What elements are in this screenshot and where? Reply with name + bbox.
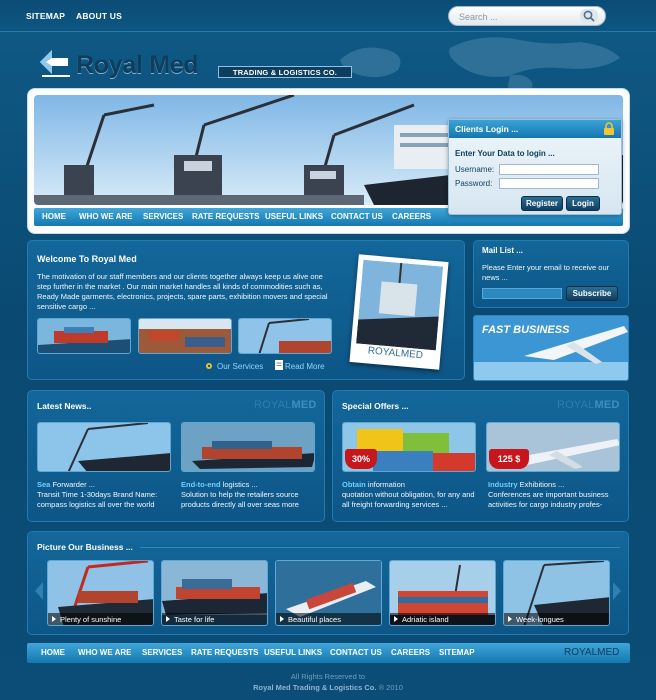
nav-careers[interactable]: CAREERS [392, 212, 431, 221]
gallery-divider [140, 547, 620, 548]
read-more-link[interactable]: Read More [285, 362, 325, 371]
offer-photo-airplane[interactable]: 125 $ [486, 422, 620, 472]
mail-list-text: Please Enter your email to receive our n… [482, 263, 610, 282]
footer-logo: ROYALMED [564, 647, 620, 658]
search-placeholder: Search ... [459, 12, 498, 22]
welcome-title: Welcome To Royal Med [37, 254, 137, 264]
latest-news-title: Latest News.. [37, 401, 92, 411]
news-item-1: Sea Forwarder ... Transit Time 1-30days … [37, 480, 171, 510]
offer-item-2-keyword: Industry [488, 480, 518, 489]
news-item-2: End-to-end logistics ... Solution to hel… [181, 480, 315, 510]
news-photo-sea-forwarder[interactable] [37, 422, 171, 472]
footer-nav-contact-us[interactable]: CONTACT US [330, 648, 382, 657]
thumb-containers[interactable] [138, 318, 232, 354]
news-photo-end-to-end[interactable] [181, 422, 315, 472]
footer-nav-sitemap[interactable]: SITEMAP [439, 648, 475, 657]
brand-tagline: TRADING & LOGISTICS CO. [218, 66, 352, 78]
footer-year: ® 2010 [376, 683, 403, 692]
footer-nav: HOME WHO WE ARE SERVICES RATE REQUESTS U… [27, 643, 630, 663]
brand-name: Royal Med [76, 51, 199, 79]
password-field[interactable] [499, 178, 599, 189]
gallery-item-2-caption: Taste for life [162, 613, 267, 625]
footer-nav-who-we-are[interactable]: WHO WE ARE [78, 648, 131, 657]
login-title: Clients Login ... [455, 124, 519, 134]
offer-item-1-keyword: Obtain [342, 480, 366, 489]
news-item-1-heading: Forwarder ... [50, 480, 95, 489]
polaroid-photo: ROYALMED [349, 254, 449, 370]
username-field[interactable] [499, 164, 599, 175]
offer-item-1-heading: information [365, 480, 405, 489]
footer-nav-careers[interactable]: CAREERS [391, 648, 430, 657]
footer-nav-home[interactable]: HOME [41, 648, 65, 657]
gallery-item-5-caption: Week-longues [504, 613, 609, 625]
offer-item-2: Industry Exhibitions ... Conferences are… [488, 480, 620, 510]
footer-company: Royal Med Trading & Logistics Co. [253, 683, 377, 692]
password-label: Password: [455, 179, 493, 188]
offer-photo-containers[interactable]: 30% [342, 422, 476, 472]
sitemap-link[interactable]: SITEMAP [26, 11, 65, 21]
search-icon[interactable] [580, 9, 598, 23]
gear-icon [206, 363, 212, 369]
gallery-item-3-caption: Beautiful places [276, 613, 381, 625]
gallery-title: Picture Our Business ... [37, 542, 133, 552]
login-header: Clients Login ... [449, 120, 621, 138]
news-item-2-heading: logistics ... [220, 480, 258, 489]
gallery-item-4-caption: Adriatic island [390, 613, 495, 625]
username-label: Username: [455, 165, 495, 174]
special-offers-watermark: ROYALMED [557, 399, 620, 411]
offer-item-1: Obtain information quotation without obl… [342, 480, 476, 510]
footer-nav-useful-links[interactable]: USEFUL LINKS [264, 648, 322, 657]
footer-rights: All Rights Reserved to [290, 672, 366, 681]
document-icon [275, 360, 283, 370]
fast-business-label: FAST BUSINESS [482, 324, 570, 336]
offer-item-2-heading: Exhibitions ... [517, 480, 565, 489]
nav-services[interactable]: SERVICES [143, 212, 183, 221]
news-item-1-body: Transit Time 1-30days Brand Name: compas… [37, 490, 158, 509]
news-item-2-keyword: End-to-end [181, 480, 221, 489]
gallery-next-arrow-icon[interactable] [613, 582, 621, 600]
offer-item-2-body: Conferences are important business activ… [488, 490, 609, 509]
thumb-containership[interactable] [37, 318, 131, 354]
footer-copyright: Royal Med Trading & Logistics Co. ® 2010 [0, 683, 656, 692]
logo-icon [40, 50, 70, 77]
search-input[interactable]: Search ... [448, 6, 606, 26]
nav-contact-us[interactable]: CONTACT US [331, 212, 383, 221]
nav-useful-links[interactable]: USEFUL LINKS [265, 212, 323, 221]
gallery-item-1[interactable]: Plenty of sunshine [47, 560, 154, 626]
welcome-text: The motivation of our staff members and … [37, 272, 328, 311]
offer-badge-30: 30% [345, 449, 377, 469]
nav-rate-requests[interactable]: RATE REQUESTS [192, 212, 259, 221]
gallery-item-2[interactable]: Taste for life [161, 560, 268, 626]
latest-news-watermark: ROYALMED [254, 399, 317, 411]
login-prompt: Enter Your Data to login ... [455, 149, 555, 158]
offer-badge-125: 125 $ [489, 449, 529, 469]
footer-nav-services[interactable]: SERVICES [142, 648, 182, 657]
gallery-item-4[interactable]: Adriatic island [389, 560, 496, 626]
gallery-item-3[interactable]: Beautiful places [275, 560, 382, 626]
login-button[interactable]: Login [566, 196, 600, 211]
news-item-2-body: Solution to help the retailers source pr… [181, 490, 299, 509]
nav-who-we-are[interactable]: WHO WE ARE [79, 212, 132, 221]
news-item-1-keyword: Sea [37, 480, 51, 489]
clients-login-box: Clients Login ... Enter Your Data to log… [448, 119, 622, 215]
gallery-item-5[interactable]: Week-longues [503, 560, 610, 626]
nav-home[interactable]: HOME [42, 212, 66, 221]
fast-business-banner[interactable]: FAST BUSINESS [473, 315, 629, 381]
offer-item-1-body: quotation without obligation, for any an… [342, 490, 475, 509]
thumb-port-cranes[interactable] [238, 318, 332, 354]
subscribe-button[interactable]: Subscribe [566, 286, 618, 301]
gallery-prev-arrow-icon[interactable] [35, 582, 43, 600]
lock-icon [604, 122, 614, 135]
footer-nav-rate-requests[interactable]: RATE REQUESTS [191, 648, 258, 657]
about-us-link[interactable]: ABOUT US [76, 11, 122, 21]
our-services-link[interactable]: Our Services [217, 362, 263, 371]
gallery-item-1-caption: Plenty of sunshine [48, 613, 153, 625]
special-offers-title: Special Offers ... [342, 401, 409, 411]
mail-list-title: Mail List ... [482, 246, 523, 255]
email-field[interactable] [482, 288, 562, 299]
register-button[interactable]: Register [521, 196, 563, 211]
